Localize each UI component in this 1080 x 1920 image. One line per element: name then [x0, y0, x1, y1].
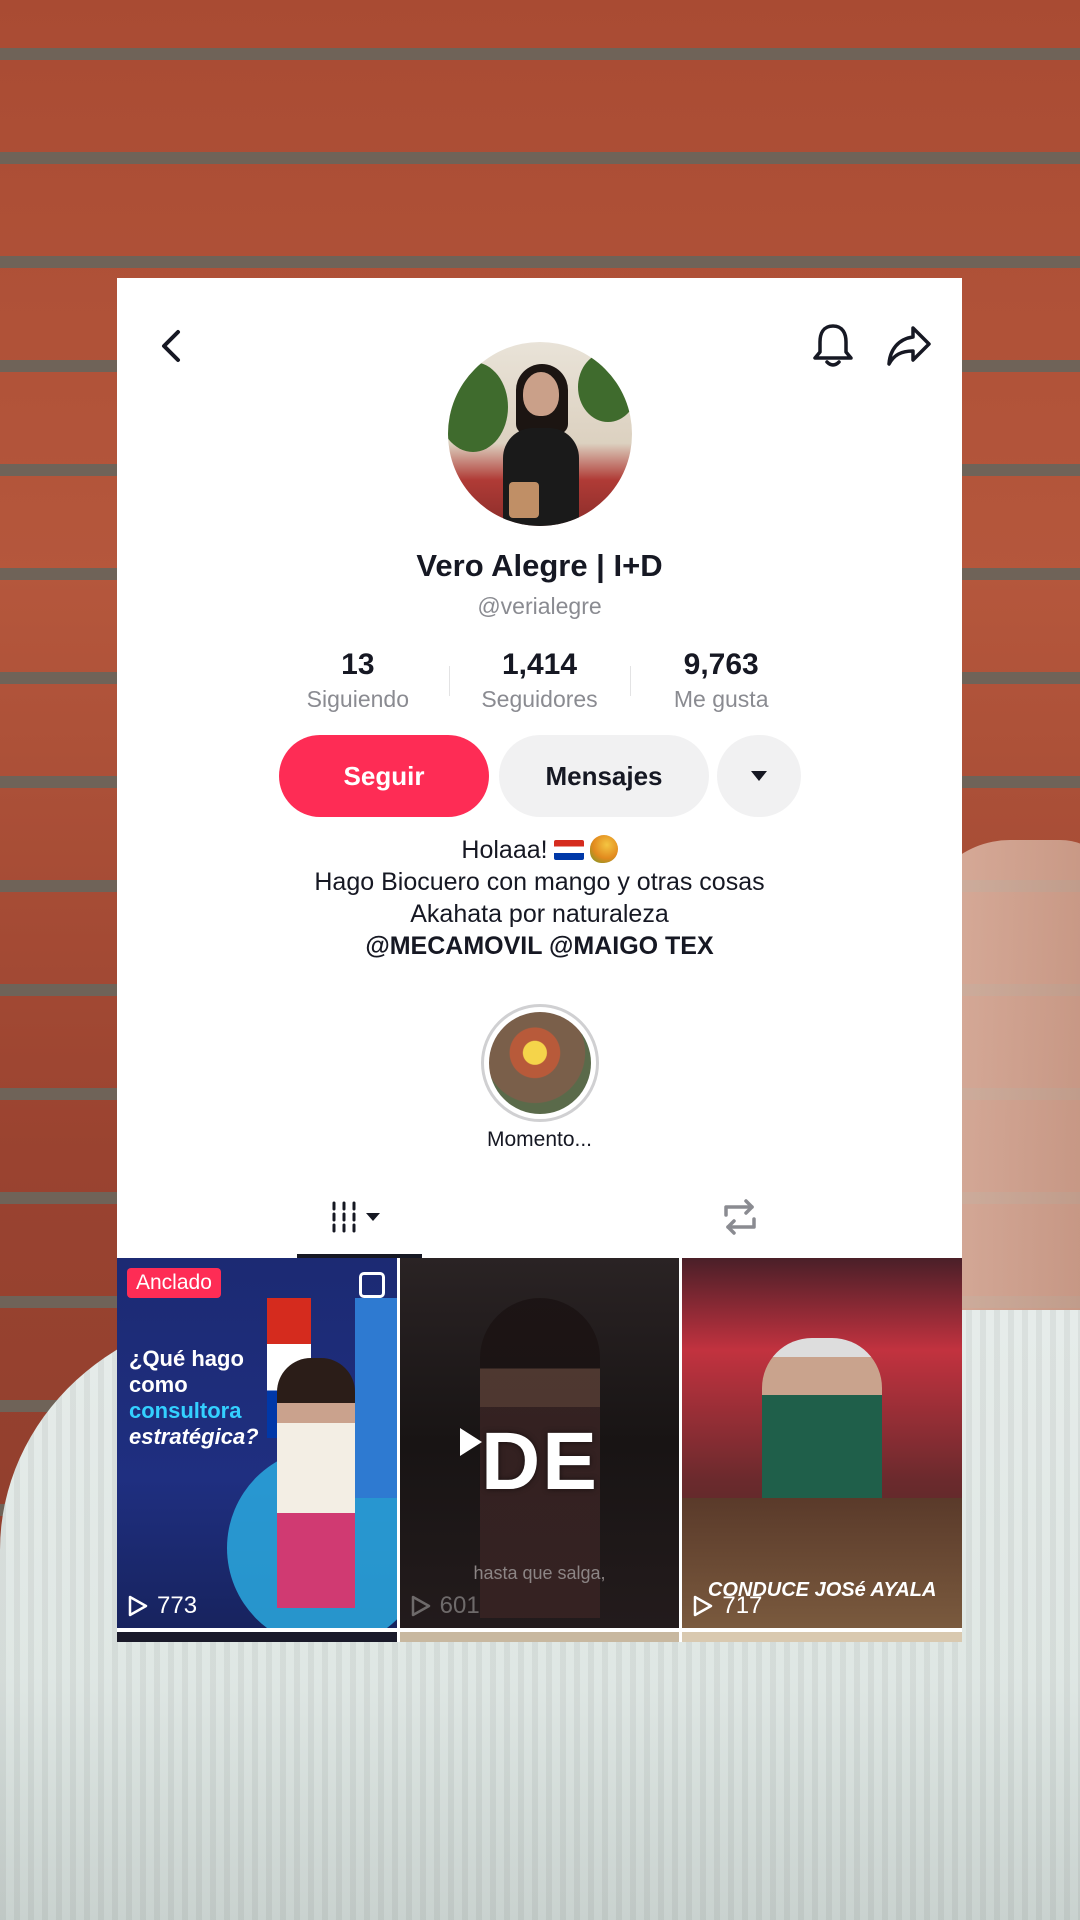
profile-bio: Holaaa! Hago Biocuero con mango y otras … — [117, 834, 962, 962]
avatar-plant — [448, 362, 508, 452]
play-outline-icon — [411, 1595, 430, 1617]
bell-icon — [813, 324, 853, 367]
chevron-left-icon — [162, 330, 180, 362]
preview-tile — [399, 1632, 680, 1642]
stat-value: 13 — [341, 648, 375, 681]
highlight-thumbnail — [489, 1012, 591, 1114]
stat-value: 1,414 — [501, 648, 578, 681]
view-count: 773 — [127, 1592, 197, 1620]
avatar-plant — [578, 352, 632, 422]
avatar-face — [523, 372, 559, 416]
stat-label: Seguidores — [481, 686, 598, 712]
more-options-button[interactable] — [717, 735, 801, 817]
profile-stats: 13 Siguiendo 1,414 Seguidores 9,763 Me g… — [267, 648, 812, 718]
profile-name: Vero Alegre | I+D — [416, 548, 663, 583]
overlay-caption: DE — [481, 1416, 599, 1507]
stat-followers[interactable]: 1,414 Seguidores — [448, 648, 631, 718]
avatar-cup — [509, 482, 539, 518]
bio-mentions[interactable]: @MECAMOVIL @MAIGO TEX — [117, 930, 962, 962]
message-button[interactable]: Mensajes — [499, 735, 709, 817]
pinned-badge: Anclado — [127, 1268, 221, 1298]
play-outline-icon — [128, 1595, 148, 1617]
stat-label: Me gusta — [673, 686, 769, 712]
bio-line-2: Hago Biocuero con mango y otras cosas — [314, 868, 765, 896]
play-outline-icon — [694, 1595, 713, 1617]
stat-label: Siguiendo — [306, 686, 409, 712]
share-button[interactable] — [881, 320, 937, 372]
bio-line-1: Holaaa! — [117, 834, 962, 866]
content-tabs — [117, 1178, 962, 1258]
tab-videos[interactable] — [297, 1178, 422, 1258]
follow-button[interactable]: Seguir — [279, 735, 489, 817]
grid-bars-icon — [332, 1201, 380, 1233]
notification-bell-button[interactable] — [807, 320, 859, 372]
thumbnail-subtitle: hasta que salga, — [473, 1563, 606, 1583]
next-row-preview — [117, 1632, 962, 1642]
stat-value: 9,763 — [683, 648, 759, 681]
bio-line-3: Akahata por naturaleza — [410, 900, 669, 928]
story-highlight[interactable] — [481, 1004, 599, 1122]
multi-photo-icon — [358, 1272, 385, 1298]
highlight-label: Momento... — [486, 1128, 593, 1151]
tab-reposts[interactable] — [677, 1178, 802, 1256]
caret-down-icon — [751, 771, 767, 781]
avatar[interactable] — [448, 342, 632, 526]
preview-tile — [117, 1632, 397, 1642]
share-arrow-icon — [887, 326, 931, 366]
view-count: 717 — [692, 1592, 762, 1620]
stat-following[interactable]: 13 Siguiendo — [267, 648, 449, 718]
back-button[interactable] — [145, 320, 197, 372]
paraguay-flag-icon — [553, 840, 584, 860]
profile-handle: @verialegre — [477, 593, 602, 619]
repost-icon — [723, 1199, 756, 1235]
stat-likes[interactable]: 9,763 Me gusta — [630, 648, 812, 718]
mango-icon — [589, 835, 618, 863]
view-count: 601 — [410, 1592, 480, 1620]
preview-tile — [682, 1632, 962, 1642]
